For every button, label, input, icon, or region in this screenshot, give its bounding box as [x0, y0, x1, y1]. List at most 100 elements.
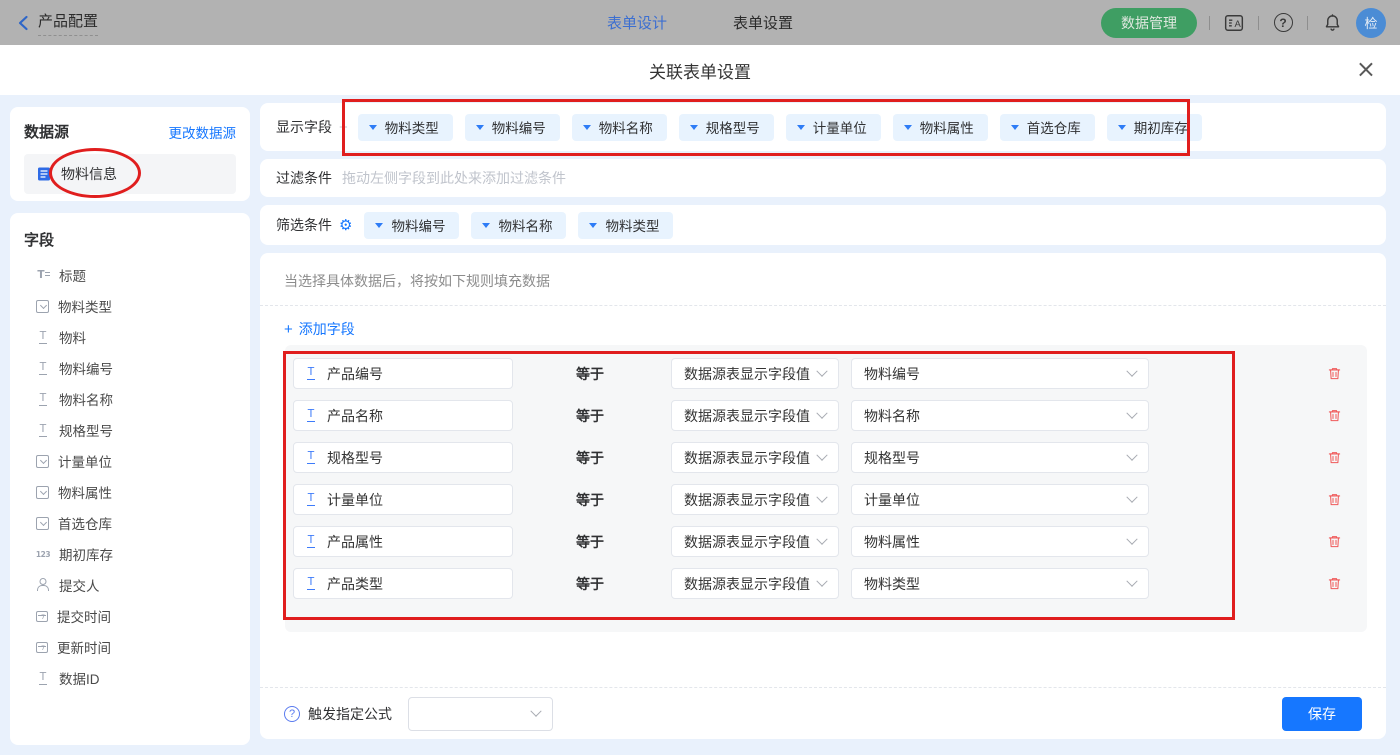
tab-form-settings[interactable]: 表单设置: [733, 12, 793, 33]
delete-row-button[interactable]: [1327, 534, 1342, 549]
field-item[interactable]: 标题: [24, 264, 250, 286]
topbar: 产品配置 表单设计 表单设置 数据管理 A ? 检: [0, 0, 1400, 45]
target-field-input[interactable]: 产品名称: [293, 400, 513, 431]
source-field-select[interactable]: 计量单位: [851, 484, 1149, 515]
mapping-row: 产品编号 等于 数据源表显示字段值 物料编号: [293, 358, 1367, 389]
delete-row-button[interactable]: [1327, 576, 1342, 591]
query-field-tag[interactable]: 物料编号: [364, 212, 459, 239]
display-field-tag[interactable]: 规格型号: [679, 114, 774, 141]
chevron-down-icon: [816, 407, 827, 418]
mapping-row: 规格型号 等于 数据源表显示字段值 规格型号: [293, 442, 1367, 473]
field-item[interactable]: 首选仓库: [24, 512, 250, 534]
add-display-field-button[interactable]: [339, 119, 348, 136]
source-field-select[interactable]: 物料名称: [851, 400, 1149, 431]
field-item-label: 提交人: [59, 575, 100, 595]
tab-form-design[interactable]: 表单设计: [607, 12, 667, 33]
display-field-tag[interactable]: 期初库存: [1107, 114, 1202, 141]
source-field-select[interactable]: 物料类型: [851, 568, 1149, 599]
field-type-icon: [36, 611, 48, 622]
field-item-label: 更新时间: [57, 637, 111, 657]
display-field-tag[interactable]: 首选仓库: [1000, 114, 1095, 141]
field-item[interactable]: 提交时间: [24, 605, 250, 627]
field-item[interactable]: 期初库存: [24, 543, 250, 565]
back-button[interactable]: 产品配置: [16, 10, 98, 36]
select-value: 物料属性: [864, 532, 920, 552]
source-type-select[interactable]: 数据源表显示字段值: [671, 358, 839, 389]
caret-down-icon: [690, 125, 698, 130]
display-field-tag[interactable]: 物料名称: [572, 114, 667, 141]
avatar[interactable]: 检: [1356, 8, 1386, 38]
help-icon[interactable]: ?: [1271, 11, 1295, 35]
target-field-input[interactable]: 计量单位: [293, 484, 513, 515]
field-type-icon: [36, 455, 49, 468]
notification-bell-icon[interactable]: [1320, 11, 1344, 35]
text-field-icon: [304, 493, 318, 507]
source-field-select[interactable]: 物料编号: [851, 358, 1149, 389]
delete-row-button[interactable]: [1327, 492, 1342, 507]
delete-row-button[interactable]: [1327, 408, 1342, 423]
language-icon[interactable]: A: [1222, 11, 1246, 35]
source-type-select[interactable]: 数据源表显示字段值: [671, 484, 839, 515]
field-type-icon: [36, 517, 49, 530]
field-item[interactable]: 数据ID: [24, 667, 250, 689]
display-field-tag[interactable]: 计量单位: [786, 114, 881, 141]
display-field-tag[interactable]: 物料属性: [893, 114, 988, 141]
field-item[interactable]: 计量单位: [24, 450, 250, 472]
data-manage-button[interactable]: 数据管理: [1101, 8, 1197, 38]
operator-label: 等于: [576, 406, 671, 426]
field-item[interactable]: 物料编号: [24, 357, 250, 379]
source-type-select[interactable]: 数据源表显示字段值: [671, 400, 839, 431]
trigger-formula-select[interactable]: [408, 697, 553, 731]
field-item[interactable]: 提交人: [24, 574, 250, 596]
delete-row-button[interactable]: [1327, 450, 1342, 465]
source-field-select[interactable]: 物料属性: [851, 526, 1149, 557]
target-field-value: 产品编号: [327, 364, 383, 384]
field-item[interactable]: 物料类型: [24, 295, 250, 317]
save-button[interactable]: 保存: [1282, 697, 1362, 731]
target-field-value: 规格型号: [327, 448, 383, 468]
field-item[interactable]: 物料名称: [24, 388, 250, 410]
target-field-input[interactable]: 规格型号: [293, 442, 513, 473]
source-type-select[interactable]: 数据源表显示字段值: [671, 442, 839, 473]
datasource-item[interactable]: 物料信息: [24, 154, 236, 194]
field-item[interactable]: 规格型号: [24, 419, 250, 441]
mapping-row: 产品属性 等于 数据源表显示字段值 物料属性: [293, 526, 1367, 557]
caret-down-icon: [369, 125, 377, 130]
field-item[interactable]: 更新时间: [24, 636, 250, 658]
field-item[interactable]: 物料: [24, 326, 250, 348]
caret-down-icon: [375, 223, 383, 228]
gear-icon[interactable]: [339, 216, 352, 234]
query-field-tags: 物料编号 物料名称 物料类型: [364, 212, 673, 239]
change-datasource-link[interactable]: 更改数据源: [169, 122, 237, 142]
display-field-tag[interactable]: 物料编号: [465, 114, 560, 141]
add-field-button[interactable]: 添加字段: [284, 319, 355, 339]
query-conditions-row: 筛选条件 物料编号 物料名称 物料类型: [260, 205, 1386, 245]
filter-row: 过滤条件 拖动左侧字段到此处来添加过滤条件: [260, 159, 1386, 197]
delete-row-button[interactable]: [1327, 366, 1342, 381]
field-item-label: 物料类型: [58, 296, 112, 316]
select-value: 数据源表显示字段值: [684, 448, 810, 468]
filter-dropzone[interactable]: 拖动左侧字段到此处来添加过滤条件: [342, 168, 566, 188]
close-icon[interactable]: ×: [1356, 55, 1376, 83]
source-type-select[interactable]: 数据源表显示字段值: [671, 526, 839, 557]
caret-down-icon: [1118, 125, 1126, 130]
trigger-formula-label: 触发指定公式: [308, 704, 392, 724]
target-field-input[interactable]: 产品编号: [293, 358, 513, 389]
field-type-icon: [36, 547, 50, 561]
target-field-input[interactable]: 产品类型: [293, 568, 513, 599]
trash-icon: [1327, 492, 1342, 507]
field-type-icon: [36, 392, 50, 406]
chevron-left-icon: [16, 15, 30, 31]
source-field-select[interactable]: 规格型号: [851, 442, 1149, 473]
help-circle-icon[interactable]: ?: [284, 706, 300, 722]
tag-label: 规格型号: [706, 117, 760, 137]
target-field-input[interactable]: 产品属性: [293, 526, 513, 557]
target-field-value: 产品类型: [327, 574, 383, 594]
source-type-select[interactable]: 数据源表显示字段值: [671, 568, 839, 599]
query-field-tag[interactable]: 物料类型: [578, 212, 673, 239]
target-field-value: 产品名称: [327, 406, 383, 426]
field-item[interactable]: 物料属性: [24, 481, 250, 503]
query-field-tag[interactable]: 物料名称: [471, 212, 566, 239]
display-field-tag[interactable]: 物料类型: [358, 114, 453, 141]
text-field-icon: [304, 409, 318, 423]
